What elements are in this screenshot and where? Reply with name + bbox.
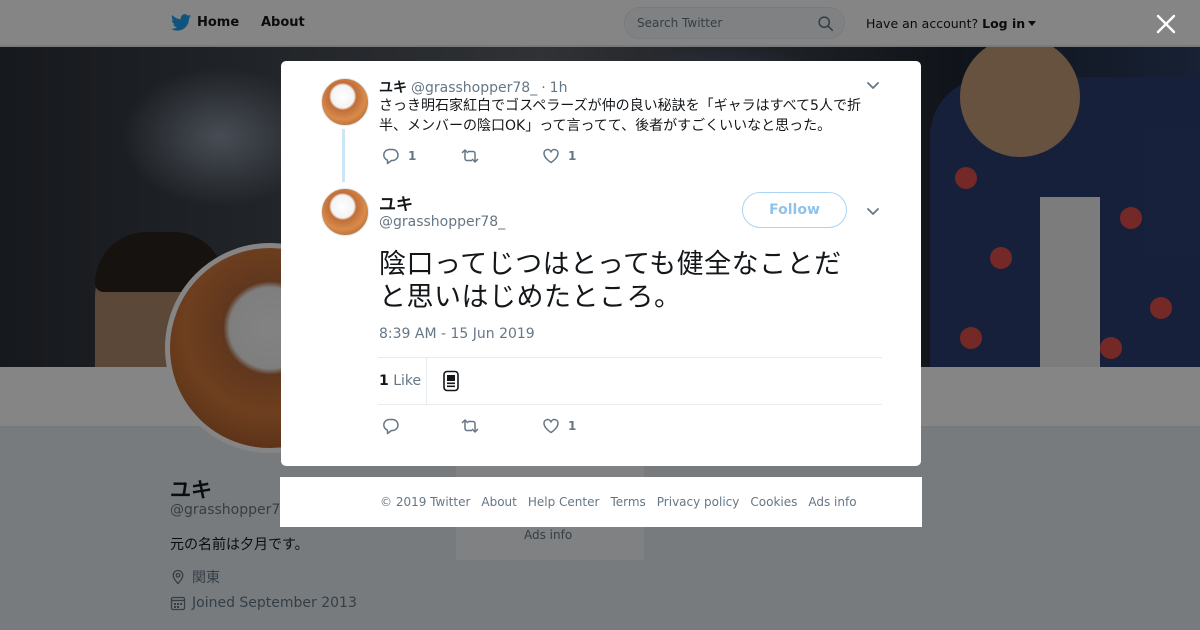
chevron-down-icon[interactable] [866, 81, 880, 91]
retweet-icon [461, 149, 479, 163]
divider [426, 358, 427, 404]
modal-footer: © 2019 Twitter About Help Center Terms P… [280, 477, 922, 527]
avatar[interactable] [321, 188, 369, 236]
retweet-icon [461, 419, 479, 433]
likes-stat-label: Like [393, 373, 422, 389]
like-count: 1 [568, 149, 577, 163]
chevron-down-icon[interactable] [866, 207, 880, 217]
main-tweet-actions: 1 [382, 417, 576, 435]
main-tweet-handle[interactable]: @grasshopper78_ [379, 214, 505, 230]
heart-icon [543, 418, 559, 434]
footer-link-terms[interactable]: Terms [610, 495, 645, 509]
heart-icon [543, 148, 559, 164]
footer-link-ads-info[interactable]: Ads info [808, 495, 856, 509]
like-button[interactable]: 1 [542, 147, 576, 165]
liker-avatar[interactable] [442, 370, 460, 392]
like-count: 1 [568, 419, 577, 433]
footer-link-privacy-policy[interactable]: Privacy policy [657, 495, 740, 509]
like-button[interactable]: 1 [542, 417, 576, 435]
reply-count: 1 [408, 149, 417, 163]
parent-tweet-header: ユキ @grasshopper78_ · 1h [379, 77, 567, 97]
likes-stat-count: 1 [379, 373, 389, 389]
follow-button[interactable]: Follow [742, 192, 847, 228]
tweet-modal: ユキ @grasshopper78_ · 1h さっき明石家紅白でゴスペラーズが… [281, 61, 921, 466]
likes-stat[interactable]: 1 Like [379, 373, 421, 389]
reply-button[interactable] [382, 417, 460, 435]
footer-copyright: © 2019 Twitter [380, 495, 471, 509]
parent-tweet-actions: 1 1 [382, 147, 576, 165]
tweet-stats: 1 Like [378, 357, 882, 405]
footer-link-cookies[interactable]: Cookies [750, 495, 797, 509]
parent-tweet-text: さっき明石家紅白でゴスペラーズが仲の良い秘訣を「ギャラはすべて5人で折半、メンバ… [379, 98, 861, 134]
reply-icon [383, 418, 399, 435]
retweet-button[interactable] [460, 147, 542, 165]
parent-tweet-handle[interactable]: @grasshopper78_ [411, 80, 537, 96]
conversation-thread-line [342, 129, 345, 182]
close-icon[interactable] [1154, 12, 1178, 36]
parent-tweet-separator: · [541, 80, 546, 96]
footer-link-about[interactable]: About [481, 495, 516, 509]
reply-icon [383, 148, 399, 165]
parent-tweet-time[interactable]: 1h [550, 80, 568, 96]
footer-links: © 2019 Twitter About Help Center Terms P… [380, 495, 868, 509]
main-tweet-name[interactable]: ユキ [379, 190, 413, 215]
footer-link-help-center[interactable]: Help Center [528, 495, 600, 509]
main-tweet-timestamp[interactable]: 8:39 AM - 15 Jun 2019 [379, 326, 535, 342]
reply-button[interactable]: 1 [382, 147, 460, 165]
main-tweet-text: 陰口ってじつはとっても健全なことだと思いはじめたところ。 [379, 249, 842, 313]
parent-tweet-name[interactable]: ユキ [379, 77, 407, 97]
retweet-button[interactable] [460, 417, 542, 435]
avatar[interactable] [321, 78, 369, 126]
